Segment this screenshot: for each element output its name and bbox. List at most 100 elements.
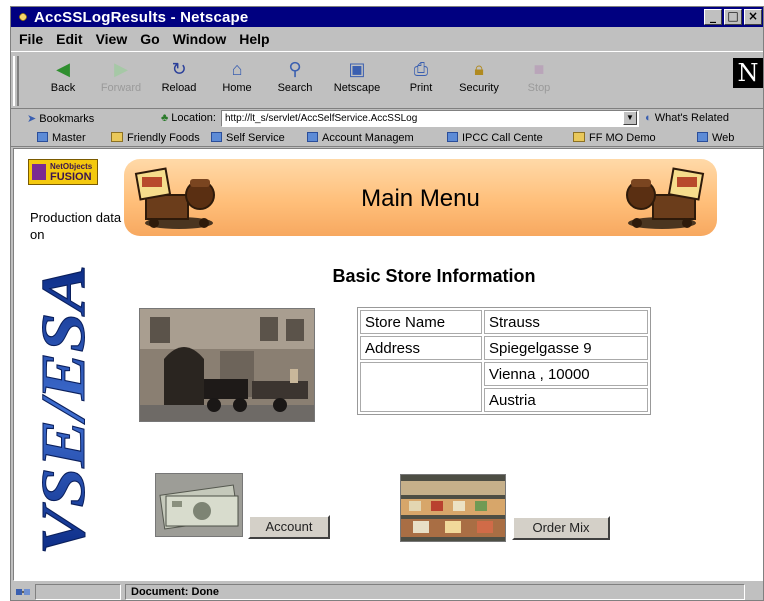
folder-icon xyxy=(111,132,123,142)
bookmark-page-icon xyxy=(37,132,48,142)
money-icon xyxy=(156,474,242,536)
menu-edit[interactable]: Edit xyxy=(56,31,82,47)
padlock-icon: 🔒︎ xyxy=(474,59,484,79)
bookmarks-label: Bookmarks xyxy=(39,113,95,125)
table-row: Vienna , 10000 xyxy=(360,362,648,412)
personal-toolbar: Master Friendly Foods Self Service Accou… xyxy=(11,129,763,147)
products-thumbnail[interactable] xyxy=(400,474,506,542)
folder-icon xyxy=(573,132,585,142)
search-button[interactable]: ⚲ Search xyxy=(267,58,323,94)
forward-label: Forward xyxy=(100,82,142,94)
netscape-label: Netscape xyxy=(333,82,381,94)
netobjects-fusion-logo[interactable]: NetObjects FUSION xyxy=(28,159,98,185)
status-bar: Document: Done xyxy=(11,583,763,600)
bookmark-label: Web xyxy=(712,132,735,144)
netscape-icon: ▣ xyxy=(348,59,366,79)
store-facade-image xyxy=(140,309,314,421)
table-row: Address Spiegelgasse 9 xyxy=(360,336,648,360)
location-label: ♣ Location: xyxy=(161,112,216,124)
reload-button[interactable]: ↻ Reload xyxy=(151,58,207,94)
store-photo xyxy=(139,308,315,422)
menu-help[interactable]: Help xyxy=(239,31,269,47)
production-note: Production data on xyxy=(30,210,122,242)
section-title: Basic Store Information xyxy=(332,266,536,286)
back-arrow-icon: ◀ xyxy=(56,59,70,79)
url-field[interactable]: http://lt_s/servlet/AccSelfService.AccSS… xyxy=(221,110,639,127)
bookmark-label: Self Service xyxy=(226,132,285,144)
bookmark-web[interactable]: Web xyxy=(697,132,734,144)
bookmark-page-icon xyxy=(307,132,318,142)
print-button[interactable]: ⎙ Print xyxy=(393,58,449,94)
bookmark-page-icon xyxy=(697,132,708,142)
close-button[interactable]: × xyxy=(744,9,762,25)
reload-icon: ↻ xyxy=(171,59,187,79)
order-mix-button[interactable]: Order Mix xyxy=(512,516,610,540)
bookmark-master[interactable]: Master xyxy=(37,132,86,144)
location-toolbar: ➤ Bookmarks ♣ Location: http://lt_s/serv… xyxy=(11,109,763,129)
menu-window[interactable]: Window xyxy=(173,31,227,47)
main-menu-banner: Main Menu xyxy=(124,159,717,236)
stop-button[interactable]: ■ Stop xyxy=(511,58,567,94)
security-label: Security xyxy=(459,82,499,94)
connection-status-icon[interactable] xyxy=(15,586,31,598)
cookie-cart-right-icon xyxy=(626,167,705,229)
whats-related-button[interactable]: ◐ What's Related xyxy=(645,112,729,124)
forward-arrow-icon: ▶ xyxy=(114,59,128,79)
reload-label: Reload xyxy=(161,82,197,94)
menu-go[interactable]: Go xyxy=(140,31,159,47)
window-title: AccSSLogResults - Netscape xyxy=(34,8,249,26)
netscape-button[interactable]: ▣ Netscape xyxy=(329,58,385,94)
account-button[interactable]: Account xyxy=(248,515,330,539)
back-button[interactable]: ◀ Back xyxy=(35,58,91,94)
title-bar: AccSSLogResults - Netscape _ □ × xyxy=(11,7,763,27)
logo-cube-icon xyxy=(32,164,46,180)
stop-icon: ■ xyxy=(533,59,545,79)
address-label: Address xyxy=(360,336,482,360)
toolbar-grip[interactable] xyxy=(13,56,19,106)
bookmark-label: Friendly Foods xyxy=(127,132,200,144)
url-dropdown-arrow-icon[interactable]: ▼ xyxy=(623,111,637,125)
home-icon: ⌂ xyxy=(231,59,243,79)
related-icon: ◐ xyxy=(645,112,652,124)
maximize-button[interactable]: □ xyxy=(724,9,742,25)
menu-view[interactable]: View xyxy=(96,31,128,47)
progress-cell xyxy=(35,584,121,600)
bookmark-ff-mo-demo[interactable]: FF MO Demo xyxy=(573,132,656,144)
bookmark-label: FF MO Demo xyxy=(589,132,656,144)
stop-label: Stop xyxy=(527,82,551,94)
bookmark-friendly-foods[interactable]: Friendly Foods xyxy=(111,132,200,144)
status-text: Document: Done xyxy=(131,586,219,598)
store-shelf-icon xyxy=(401,475,505,541)
security-button[interactable]: 🔒︎ Security xyxy=(451,58,507,94)
menu-bar: File Edit View Go Window Help xyxy=(11,29,279,49)
home-label: Home xyxy=(222,82,252,94)
navigation-toolbar: ◀ Back ▶ Forward ↻ Reload ⌂ Home ⚲ Searc… xyxy=(11,51,763,109)
page-content: NetObjects FUSION Production data on Mai… xyxy=(13,148,763,581)
bookmark-ipcc-call-cente[interactable]: IPCC Call Cente xyxy=(447,132,543,144)
bookmark-self-service[interactable]: Self Service xyxy=(211,132,285,144)
address-city-zip: Vienna , 10000 xyxy=(484,362,648,386)
search-icon: ⚲ xyxy=(288,59,302,79)
store-name-value: Strauss xyxy=(484,310,648,334)
bookmark-label: IPCC Call Cente xyxy=(462,132,543,144)
bookmark-account-managem[interactable]: Account Managem xyxy=(307,132,414,144)
back-label: Back xyxy=(50,82,76,94)
printer-icon: ⎙ xyxy=(413,59,429,79)
logo-bottom-text: FUSION xyxy=(50,171,92,183)
store-info-table: Store Name Strauss Address Spiegelgasse … xyxy=(357,307,651,415)
address-label-spacer xyxy=(360,362,482,412)
whats-related-label: What's Related xyxy=(654,112,729,124)
table-row: Store Name Strauss xyxy=(360,310,648,334)
menu-file[interactable]: File xyxy=(19,31,43,47)
browser-window: AccSSLogResults - Netscape _ □ × File Ed… xyxy=(10,6,764,601)
netscape-app-icon xyxy=(16,10,30,24)
bookmark-label: Master xyxy=(52,132,86,144)
bookmark-page-icon xyxy=(211,132,222,142)
vse-esa-logo: VSE/ESA xyxy=(30,265,97,556)
netscape-logo[interactable]: N xyxy=(733,58,763,88)
home-button[interactable]: ⌂ Home xyxy=(209,58,265,94)
money-thumbnail[interactable] xyxy=(155,473,243,537)
bookmarks-button[interactable]: ➤ Bookmarks xyxy=(27,112,94,125)
minimize-button[interactable]: _ xyxy=(704,9,722,25)
forward-button[interactable]: ▶ Forward xyxy=(93,58,149,94)
